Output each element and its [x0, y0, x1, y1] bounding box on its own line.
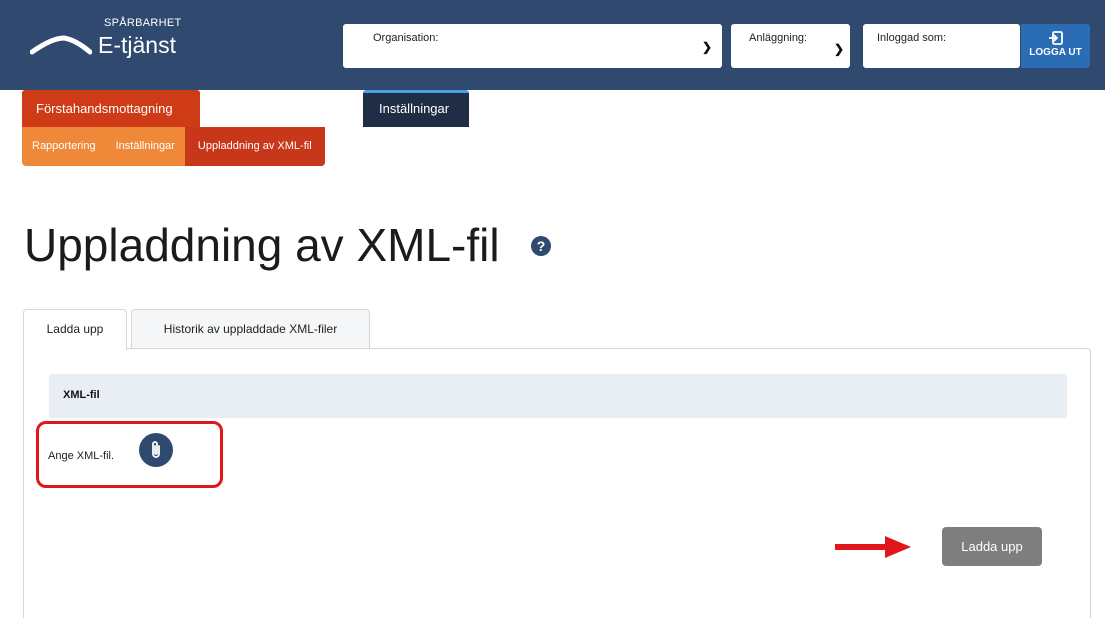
subnav-tab-uppladdning[interactable]: Uppladdning av XML-fil — [184, 127, 325, 166]
subnav-tab-rapportering[interactable]: Rapportering — [22, 127, 106, 166]
logout-button[interactable]: LOGGA UT — [1021, 24, 1090, 68]
annotation-arrow-icon — [835, 536, 911, 558]
annotation-highlight-box — [36, 421, 223, 488]
logged-in-field: Inloggad som: — [863, 24, 1020, 68]
tab-ladda-upp[interactable]: Ladda upp — [23, 309, 127, 350]
organisation-select[interactable]: Organisation: ❯ — [343, 24, 722, 68]
main-nav: Förstahandsmottagning Inköp Rapporter In… — [22, 90, 469, 127]
nav-tab-installningar[interactable]: Inställningar — [363, 90, 469, 127]
logo[interactable]: SPÅRBARHET E-tjänst — [30, 14, 210, 70]
nav-tab-forstahandsmottagning[interactable]: Förstahandsmottagning — [22, 90, 200, 127]
logout-icon — [1048, 31, 1063, 45]
nav-tab-rapporter[interactable]: Rapporter — [274, 90, 359, 127]
anlaggning-select[interactable]: Anläggning: ❯ — [731, 24, 850, 68]
logged-in-label: Inloggad som: — [877, 32, 947, 44]
section-label: XML-fil — [63, 389, 100, 401]
tab-historik[interactable]: Historik av uppladdade XML-filer — [131, 309, 370, 349]
app-header: SPÅRBARHET E-tjänst Organisation: ❯ Anlä… — [0, 0, 1105, 90]
nav-tab-inkop[interactable]: Inköp — [200, 90, 274, 127]
section-header: XML-fil — [49, 374, 1067, 418]
organisation-label: Organisation: — [373, 32, 439, 44]
logout-label: LOGGA UT — [1029, 47, 1082, 58]
anlaggning-label: Anläggning: — [749, 32, 808, 44]
chevron-down-icon: ❯ — [701, 40, 712, 54]
chevron-down-icon: ❯ — [833, 42, 844, 56]
logo-title: E-tjänst — [98, 32, 176, 58]
logo-subtitle: SPÅRBARHET — [104, 17, 182, 29]
logo-swoosh-icon — [30, 35, 92, 55]
page-title: Uppladdning av XML-fil — [24, 219, 500, 271]
help-icon[interactable]: ? — [531, 236, 551, 256]
sub-nav: Rapportering Inställningar Uppladdning a… — [22, 127, 325, 166]
subnav-tab-installningar[interactable]: Inställningar — [106, 127, 185, 166]
upload-button[interactable]: Ladda upp — [942, 527, 1042, 566]
